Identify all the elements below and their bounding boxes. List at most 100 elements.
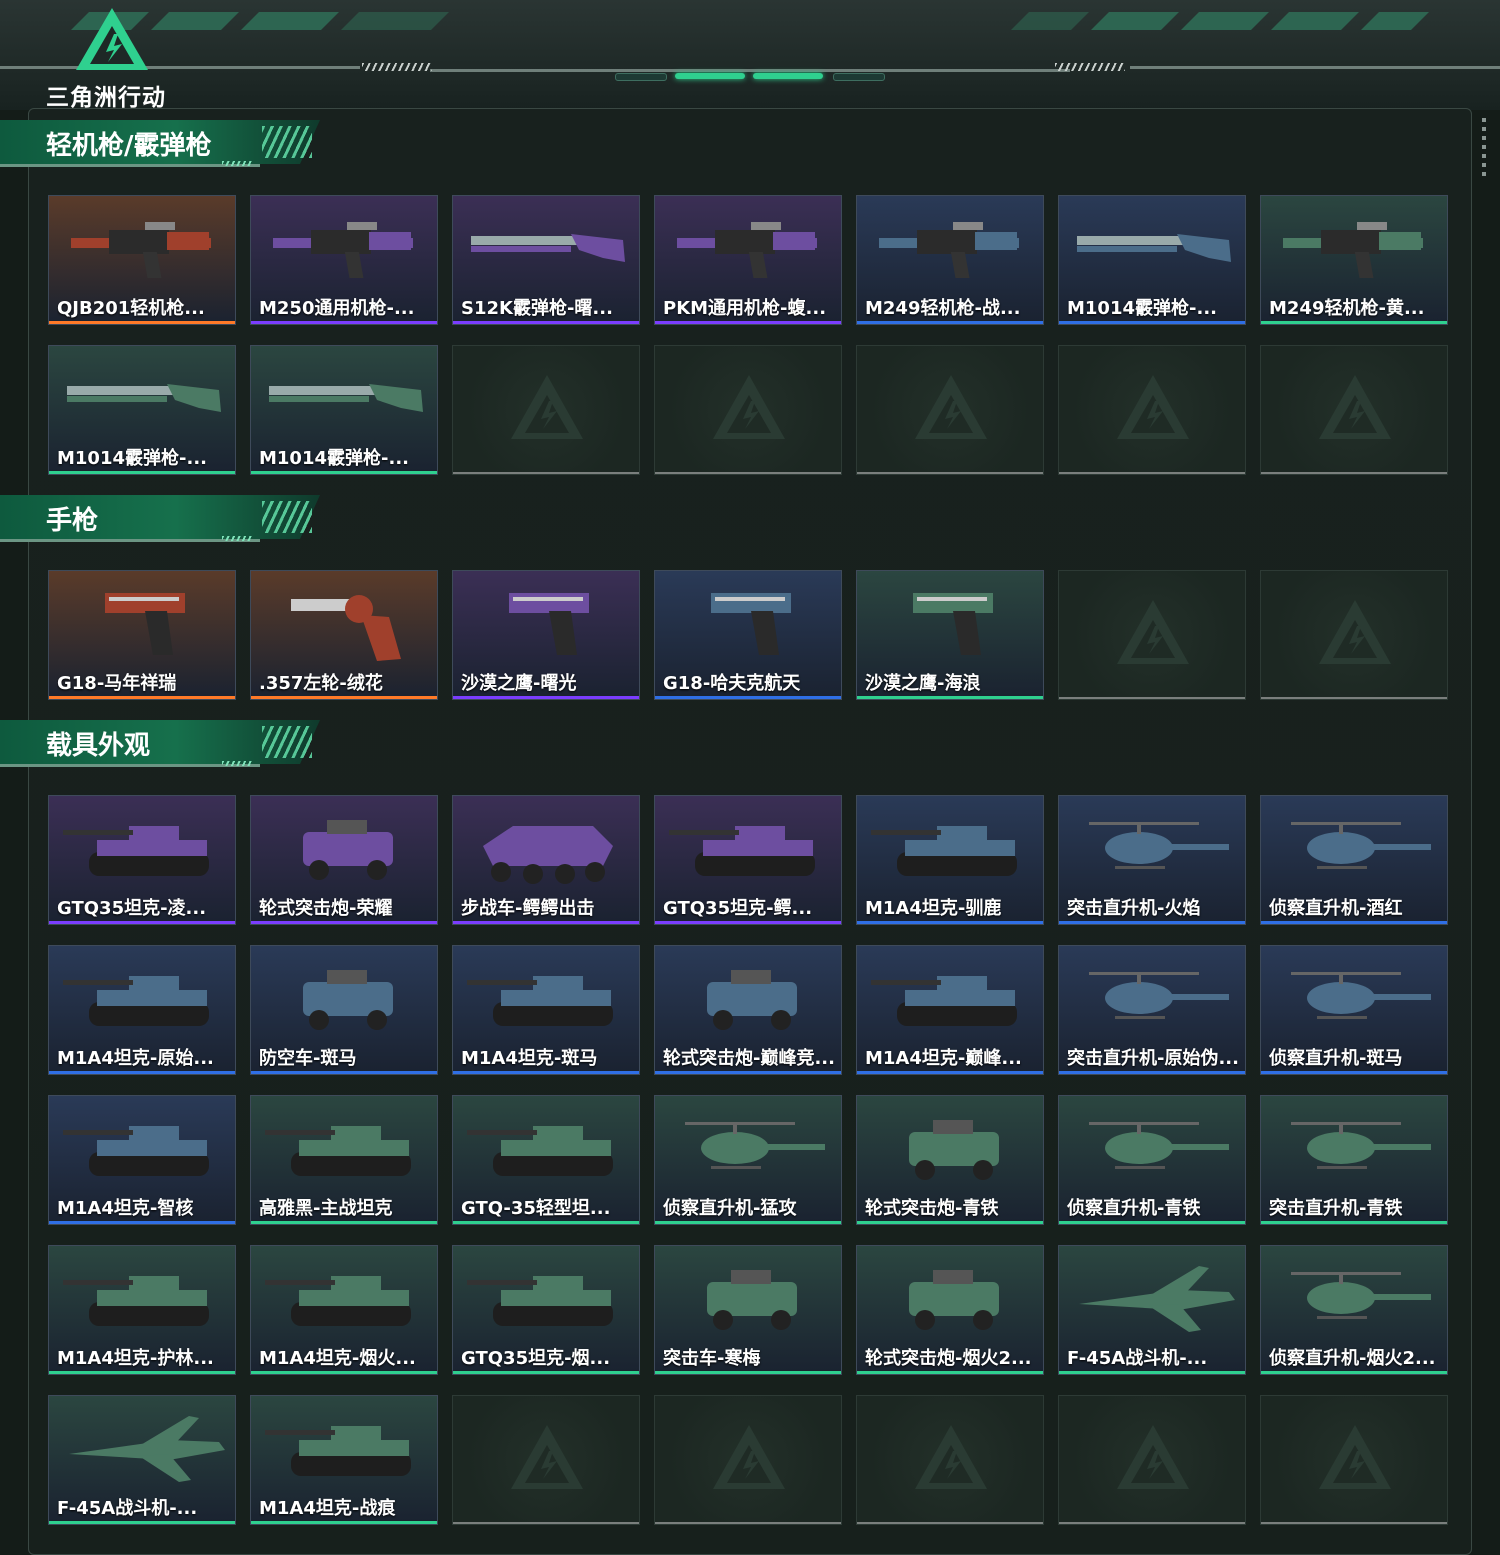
pistol-icon [711,593,791,655]
rarity-strip [1261,1221,1447,1224]
item-card[interactable]: 轮式突击炮-巅峰竞... [654,945,842,1075]
item-card[interactable]: M1A4坦克-斑马 [452,945,640,1075]
item-card[interactable]: G18-马年祥瑞 [48,570,236,700]
item-card[interactable]: 防空车-斑马 [250,945,438,1075]
item-name: 侦察直升机-青铁 [1067,1198,1201,1219]
item-card[interactable]: M249轻机枪-黄... [1260,195,1448,325]
item-card[interactable]: 轮式突击炮-烟火2... [856,1245,1044,1375]
item-card[interactable]: 沙漠之鹰-海浪 [856,570,1044,700]
item-name: M1A4坦克-智核 [57,1198,194,1219]
rarity-strip [1059,321,1245,324]
item-card[interactable]: 轮式突击炮-荣耀 [250,795,438,925]
item-card[interactable]: 步战车-鳄鳄出击 [452,795,640,925]
item-card[interactable]: QJB201轻机枪... [48,195,236,325]
item-card[interactable]: M249轻机枪-战... [856,195,1044,325]
item-card[interactable]: M1A4坦克-战痕 [250,1395,438,1525]
tank-icon [871,826,1017,876]
pistol-icon [105,593,185,655]
item-card[interactable]: 轮式突击炮-青铁 [856,1095,1044,1225]
rarity-strip [655,472,841,474]
item-card[interactable]: M1A4坦克-烟火... [250,1245,438,1375]
placeholder-icon [511,375,583,439]
item-card[interactable]: S12K霰弹枪-曙... [452,195,640,325]
item-name: 沙漠之鹰-曙光 [461,673,577,694]
scrollbar[interactable] [1482,118,1486,178]
item-name: 突击直升机-青铁 [1269,1198,1403,1219]
shotgun-icon [471,234,625,262]
rarity-strip [857,921,1043,924]
item-name: M1014霰弹枪-... [57,448,207,469]
item-card[interactable]: 突击车-寒梅 [654,1245,842,1375]
item-name: F-45A战斗机-... [57,1498,198,1519]
item-card[interactable]: 侦察直升机-斑马 [1260,945,1448,1075]
item-card[interactable]: M1A4坦克-巅峰... [856,945,1044,1075]
item-name: M1A4坦克-护林... [57,1348,214,1369]
section-title: 轻机枪/霰弹枪 [46,131,212,161]
item-name: 侦察直升机-斑马 [1269,1048,1403,1069]
item-name: M1A4坦克-原始... [57,1048,214,1069]
item-card[interactable]: 突击直升机-火焰 [1058,795,1246,925]
rarity-strip [453,321,639,324]
item-name: 高雅黑-主战坦克 [259,1198,393,1219]
top-banner: 三角洲行动 [0,0,1500,111]
item-name: M249轻机枪-战... [865,298,1021,319]
rarity-strip [1261,1522,1447,1524]
item-card[interactable]: 突击直升机-原始伪... [1058,945,1246,1075]
item-name: F-45A战斗机-... [1067,1348,1208,1369]
item-card[interactable]: 侦察直升机-青铁 [1058,1095,1246,1225]
rarity-strip [857,472,1043,474]
armored-car-icon [303,970,393,1030]
item-card[interactable]: GTQ-35轻型坦... [452,1095,640,1225]
rarity-strip [453,1221,639,1224]
item-card[interactable]: M1A4坦克-护林... [48,1245,236,1375]
machine-gun-icon [677,222,817,278]
item-name: M1014霰弹枪-... [259,448,409,469]
rarity-strip [1261,321,1447,324]
item-card[interactable]: G18-哈夫克航天 [654,570,842,700]
item-card[interactable]: 沙漠之鹰-曙光 [452,570,640,700]
item-name: GTQ35坦克-鳄... [663,898,813,919]
item-card[interactable]: .357左轮-绒花 [250,570,438,700]
rarity-strip [1059,1522,1245,1524]
banner-stripe [1091,12,1179,30]
rarity-strip [655,1371,841,1374]
rarity-strip [857,1371,1043,1374]
item-card[interactable]: 侦察直升机-猛攻 [654,1095,842,1225]
item-card[interactable]: F-45A战斗机-... [48,1395,236,1525]
rarity-strip [49,696,235,699]
item-card[interactable]: M250通用机枪-... [250,195,438,325]
item-name: M1A4坦克-斑马 [461,1048,598,1069]
tank-icon [467,976,613,1026]
jet-icon [1079,1266,1235,1332]
item-card[interactable]: 突击直升机-青铁 [1260,1095,1448,1225]
item-name: 轮式突击炮-荣耀 [259,898,393,919]
item-card[interactable]: 侦察直升机-烟火2... [1260,1245,1448,1375]
tank-icon [871,976,1017,1026]
empty-slot [452,345,640,475]
pistol-icon [509,593,589,655]
item-card[interactable]: M1A4坦克-驯鹿 [856,795,1044,925]
item-name: 侦察直升机-烟火2... [1269,1348,1436,1369]
item-card[interactable]: M1014霰弹枪-... [48,345,236,475]
item-card[interactable]: GTQ35坦克-鳄... [654,795,842,925]
rarity-strip [453,1371,639,1374]
helicopter-icon [1089,1122,1229,1169]
banner-stripe [1271,12,1359,30]
item-card[interactable]: GTQ35坦克-烟... [452,1245,640,1375]
rarity-strip [49,1071,235,1074]
item-card[interactable]: GTQ35坦克-凌... [48,795,236,925]
rarity-strip [857,1221,1043,1224]
item-card[interactable]: F-45A战斗机-... [1058,1245,1246,1375]
item-card[interactable]: M1014霰弹枪-... [1058,195,1246,325]
item-card[interactable]: M1A4坦克-原始... [48,945,236,1075]
section-header: 手枪 [0,495,330,551]
item-card[interactable]: 高雅黑-主战坦克 [250,1095,438,1225]
item-name: GTQ-35轻型坦... [461,1198,611,1219]
item-card[interactable]: M1A4坦克-智核 [48,1095,236,1225]
banner-hatch [1055,63,1125,71]
helicopter-icon [1089,972,1229,1019]
item-card[interactable]: 侦察直升机-酒红 [1260,795,1448,925]
rarity-strip [655,1071,841,1074]
item-card[interactable]: M1014霰弹枪-... [250,345,438,475]
item-card[interactable]: PKM通用机枪-蝮... [654,195,842,325]
